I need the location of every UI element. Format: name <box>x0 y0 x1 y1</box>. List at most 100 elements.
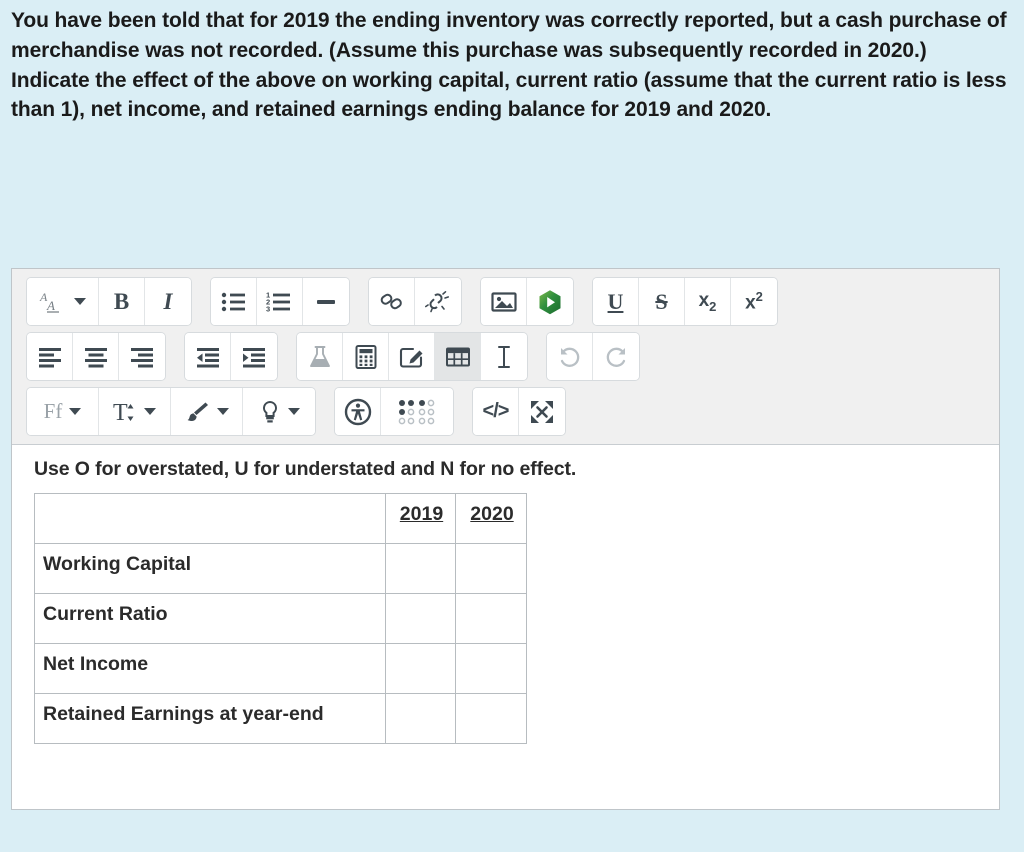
font-size-dropdown[interactable]: T <box>99 388 171 435</box>
table-row: Retained Earnings at year-end <box>34 693 527 744</box>
cell-working-capital-2020[interactable] <box>455 543 527 594</box>
align-right-icon <box>131 347 153 367</box>
row-label-working-capital: Working Capital <box>34 543 386 594</box>
numbered-list-icon: 1 2 3 <box>266 291 290 313</box>
numbered-list-button[interactable]: 1 2 3 <box>257 278 303 325</box>
outdent-button[interactable] <box>185 333 231 380</box>
italic-icon: I <box>163 288 173 314</box>
cell-working-capital-2019[interactable] <box>385 543 456 594</box>
undo-button[interactable] <box>547 333 593 380</box>
toolbar-row-2 <box>26 332 993 381</box>
text-color-dropdown[interactable] <box>171 388 243 435</box>
prompt-line-2: Indicate the effect of the above on work… <box>11 68 1007 122</box>
math-equation-button[interactable] <box>343 333 389 380</box>
braille-button[interactable] <box>381 388 453 435</box>
calculator-icon <box>355 344 376 369</box>
cell-retained-earnings-2019[interactable] <box>385 693 456 744</box>
insert-table-button[interactable] <box>435 333 481 380</box>
align-right-button[interactable] <box>119 333 165 380</box>
toolbar-group-format: A A B I <box>26 277 192 326</box>
horizontal-rule-button[interactable] <box>303 278 349 325</box>
paintbrush-icon <box>187 402 208 421</box>
unlink-icon <box>424 290 449 312</box>
expand-arrows-icon <box>531 400 553 423</box>
horizontal-rule-icon <box>317 299 335 304</box>
italic-button[interactable]: I <box>145 278 191 325</box>
chevron-down-icon <box>144 408 156 415</box>
header-cell-blank <box>34 493 386 544</box>
subscript-icon: x2 <box>698 289 717 314</box>
highlight-color-dropdown[interactable] <box>243 388 315 435</box>
indent-icon <box>243 347 265 367</box>
cell-net-income-2019[interactable] <box>385 643 456 694</box>
cell-net-income-2020[interactable] <box>455 643 527 694</box>
header-cell-2019: 2019 <box>385 493 456 544</box>
underline-button[interactable]: U <box>593 278 639 325</box>
outdent-icon <box>196 347 219 367</box>
link-icon <box>380 293 402 309</box>
toolbar-group-tools: </> <box>472 387 566 436</box>
svg-text:T: T <box>113 400 128 425</box>
table-row: Net Income <box>34 643 527 694</box>
align-left-icon <box>38 347 61 367</box>
table-header-row: 2019 2020 <box>34 493 527 544</box>
cell-retained-earnings-2020[interactable] <box>455 693 527 744</box>
toolbar-group-lists: 1 2 3 <box>210 277 350 326</box>
accessibility-checker-button[interactable] <box>335 388 381 435</box>
paragraph-format-dropdown[interactable]: A A <box>27 278 99 325</box>
toolbar-group-history <box>546 332 640 381</box>
cell-current-ratio-2019[interactable] <box>385 593 456 644</box>
underline-icon: U <box>607 288 624 314</box>
braille-dots-icon <box>398 399 435 424</box>
row-label-current-ratio: Current Ratio <box>34 593 386 644</box>
superscript-button[interactable]: x2 <box>731 278 777 325</box>
flask-icon <box>309 345 330 367</box>
toolbar-group-link <box>368 277 462 326</box>
toolbar-group-align <box>26 332 166 381</box>
toolbar-row-3: Ff T </> <box>26 387 993 436</box>
answers-table[interactable]: 2019 2020 Working Capital Current Ratio … <box>34 493 527 744</box>
align-left-button[interactable] <box>27 333 73 380</box>
insert-link-button[interactable] <box>369 278 415 325</box>
cell-current-ratio-2020[interactable] <box>455 593 527 644</box>
insert-image-button[interactable] <box>481 278 527 325</box>
font-family-icon: Ff <box>43 399 63 423</box>
editor-toolbar: A A B I 1 2 3 U S x2 x2 Ff T </> <box>12 269 999 445</box>
header-cell-2020: 2020 <box>455 493 527 544</box>
font-family-dropdown[interactable]: Ff <box>27 388 99 435</box>
chemistry-equation-button[interactable] <box>297 333 343 380</box>
pencil-square-icon <box>399 347 422 368</box>
align-center-icon <box>84 347 107 367</box>
table-icon <box>445 347 470 366</box>
bullet-list-button[interactable] <box>211 278 257 325</box>
fullscreen-button[interactable] <box>519 388 565 435</box>
insert-media-button[interactable] <box>527 278 573 325</box>
redo-icon <box>606 347 626 367</box>
font-size-icon: T <box>113 400 134 425</box>
media-play-icon <box>539 289 561 314</box>
toolbar-group-media <box>480 277 574 326</box>
chevron-down-icon <box>74 298 86 305</box>
strikethrough-button[interactable]: S <box>639 278 685 325</box>
remove-link-button[interactable] <box>415 278 461 325</box>
lightbulb-icon <box>262 400 277 422</box>
bullet-list-icon <box>221 292 245 311</box>
text-cursor-button[interactable] <box>481 333 527 380</box>
rich-text-editor: A A B I 1 2 3 U S x2 x2 Ff T </> Use O f… <box>11 268 1000 810</box>
chevron-down-icon <box>217 408 229 415</box>
subscript-button[interactable]: x2 <box>685 278 731 325</box>
superscript-icon: x2 <box>745 288 763 314</box>
text-cursor-icon <box>498 345 510 368</box>
prompt-line-1: You have been told that for 2019 the end… <box>11 9 1007 62</box>
svg-text:3: 3 <box>266 304 270 313</box>
indent-button[interactable] <box>231 333 277 380</box>
toolbar-row-1: A A B I 1 2 3 U S x2 x2 <box>26 277 993 326</box>
html-source-button[interactable]: </> <box>473 388 519 435</box>
editor-content-area[interactable]: Use O for overstated, U for understated … <box>12 445 999 809</box>
toolbar-group-indent <box>184 332 278 381</box>
draw-button[interactable] <box>389 333 435 380</box>
bold-button[interactable]: B <box>99 278 145 325</box>
align-center-button[interactable] <box>73 333 119 380</box>
image-icon <box>490 291 517 312</box>
redo-button[interactable] <box>593 333 639 380</box>
